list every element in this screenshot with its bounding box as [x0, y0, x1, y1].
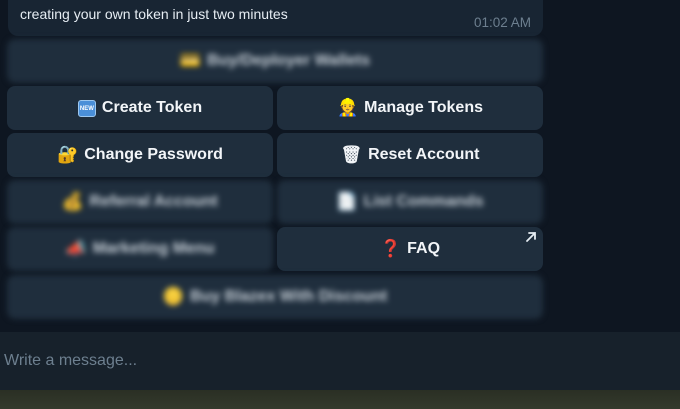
- message-input[interactable]: [0, 332, 680, 390]
- manage-tokens-label: Manage Tokens: [364, 99, 483, 116]
- document-icon: 📄: [336, 192, 358, 212]
- reset-account-button[interactable]: 🗑 Reset Account: [277, 133, 543, 177]
- money-bag-icon: 💰: [62, 192, 84, 212]
- faq-label: FAQ: [407, 240, 441, 257]
- construction-worker-icon: 👷: [336, 98, 359, 118]
- change-password-button[interactable]: 🔐 Change Password: [7, 133, 273, 177]
- reset-account-label: Reset Account: [368, 146, 480, 163]
- marketing-menu-label: Marketing Menu: [92, 240, 215, 257]
- credit-card-icon: 💳: [179, 51, 202, 71]
- referral-account-label: Referral Account: [89, 193, 218, 210]
- list-commands-label: List Commands: [363, 193, 484, 210]
- message-composer: [0, 332, 680, 390]
- megaphone-icon: 📣: [65, 239, 87, 259]
- referral-account-button[interactable]: 💰 Referral Account: [7, 180, 273, 224]
- bottom-strip: [0, 390, 680, 409]
- message-time: 01:02 AM: [473, 15, 531, 30]
- new-badge-icon: NEW: [77, 99, 96, 117]
- change-password-label: Change Password: [84, 146, 223, 163]
- message-text: creating your own token in just two minu…: [20, 6, 288, 22]
- external-link-arrow-icon: [526, 232, 536, 242]
- trash-icon: 🗑: [340, 145, 363, 165]
- marketing-menu-button[interactable]: 📣 Marketing Menu: [7, 227, 273, 271]
- faq-button[interactable]: ❓ FAQ: [277, 227, 543, 271]
- buy-with-discount-label: Buy Blazex With Discount: [189, 288, 388, 305]
- coin-icon: 🪙: [162, 287, 184, 307]
- question-mark-icon: ❓: [379, 239, 402, 259]
- buy-deployer-wallets-label: Buy/Deployer Wallets: [207, 52, 371, 69]
- manage-tokens-button[interactable]: 👷 Manage Tokens: [277, 86, 543, 130]
- lock-with-key-icon: 🔐: [57, 145, 79, 165]
- list-commands-button[interactable]: 📄 List Commands: [277, 180, 543, 224]
- bot-message: creating your own token in just two minu…: [8, 0, 543, 36]
- buy-deployer-wallets-button[interactable]: 💳 Buy/Deployer Wallets: [7, 39, 543, 83]
- buy-with-discount-button[interactable]: 🪙 Buy Blazex With Discount: [7, 275, 543, 319]
- create-token-label: Create Token: [101, 99, 203, 116]
- create-token-button[interactable]: NEW Create Token: [7, 86, 273, 130]
- chat-area: creating your own token in just two minu…: [0, 0, 680, 332]
